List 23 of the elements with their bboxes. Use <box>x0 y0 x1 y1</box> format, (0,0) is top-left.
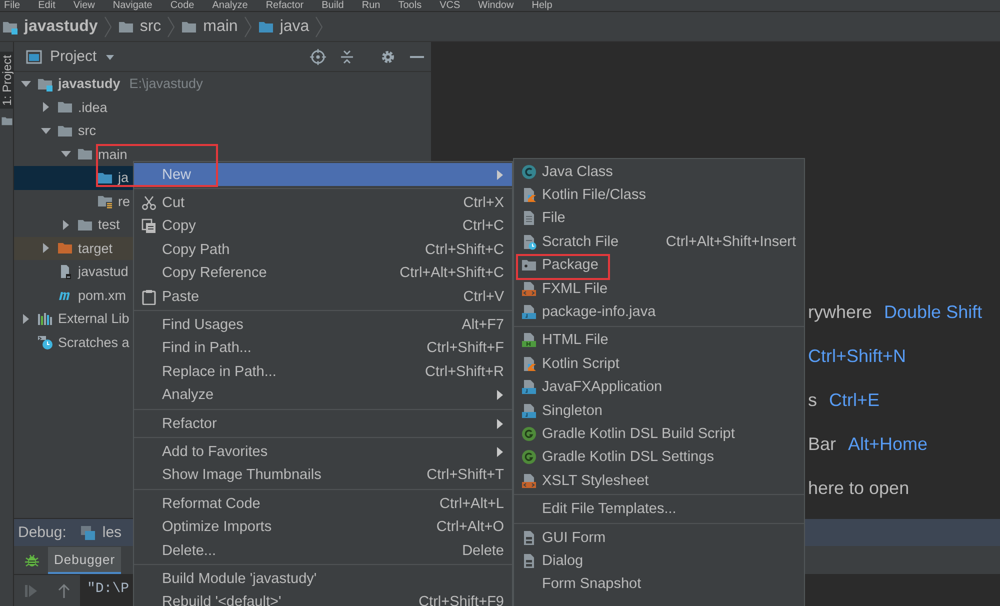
shortcut-text: Double Shift <box>884 302 982 323</box>
shortcut-text: Ctrl+Shift+T <box>426 467 504 484</box>
shortcut-text: Ctrl+Alt+O <box>436 519 504 536</box>
shortcut-text: Ctrl+Shift+R <box>425 364 504 380</box>
hint-text: Bar <box>808 434 836 455</box>
shortcut-text: Ctrl+Alt+L <box>440 496 504 512</box>
shortcut-text: Ctrl+Alt+Shift+C <box>400 265 504 282</box>
shortcut-text: Ctrl+Shift+C <box>425 242 504 258</box>
hint-text: s <box>808 390 817 411</box>
shortcut-text: Ctrl+Shift+F <box>426 340 504 356</box>
hint-text: rywhere <box>808 302 872 323</box>
shortcut-text: Alt+F7 <box>462 317 504 334</box>
shortcut-text: Ctrl+E <box>829 390 880 411</box>
shortcut-text: Ctrl+X <box>463 195 504 212</box>
shortcut-text: Ctrl+C <box>462 218 504 234</box>
shortcut-text: Ctrl+V <box>463 288 504 305</box>
hint-text: here to open <box>808 478 910 499</box>
shortcut-text: Delete <box>462 542 504 559</box>
shortcut-text: Alt+Home <box>848 434 928 455</box>
shortcut-text: Ctrl+Alt+Shift+Insert <box>666 234 796 250</box>
shortcut-text: Ctrl+Shift+N <box>808 346 906 367</box>
path-hint-text: E:\javastudy <box>129 76 203 92</box>
panel-title: Debug: <box>18 524 66 541</box>
